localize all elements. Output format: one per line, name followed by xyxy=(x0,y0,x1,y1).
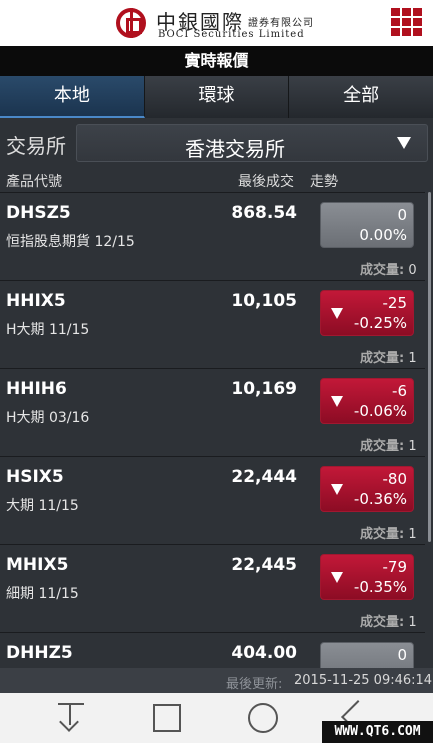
product-code: DHSZ5 xyxy=(6,203,71,223)
change-badge: -25 -0.25% xyxy=(320,290,414,336)
app-header: 中銀國際 證券有限公司 BOCI Securities Limited xyxy=(0,0,433,46)
last-price: 10,169 xyxy=(231,379,297,399)
menu-grid-icon[interactable] xyxy=(391,8,423,38)
change-percent: 0.00% xyxy=(359,226,407,244)
quote-row-hhix5[interactable]: HHIX5 H大期 11/15 10,105 -25 -0.25% 成交量: 1 xyxy=(0,280,425,368)
change-percent: -0.36% xyxy=(353,490,407,508)
volume-value: 1 xyxy=(408,439,417,454)
column-trend: 走勢 xyxy=(310,174,338,190)
quote-row-dhhz5[interactable]: DHHZ5 404.00 0 xyxy=(0,632,425,668)
quote-row-dhsz5[interactable]: DHSZ5 恒指股息期貨 12/15 868.54 0 0.00% 成交量: 0 xyxy=(0,192,425,280)
volume: 成交量: 1 xyxy=(360,611,417,630)
volume: 成交量: 1 xyxy=(360,347,417,366)
volume-label: 成交量: xyxy=(360,615,405,630)
last-price: 868.54 xyxy=(231,203,297,223)
change-percent: -0.35% xyxy=(353,578,407,596)
logo-english-name: BOCI Securities Limited xyxy=(158,29,305,40)
product-code: HHIX5 xyxy=(6,291,66,311)
product-code: HSIX5 xyxy=(6,467,64,487)
volume-label: 成交量: xyxy=(360,351,405,366)
change-value: -6 xyxy=(392,382,407,400)
last-price: 404.00 xyxy=(231,643,297,663)
down-arrow-icon xyxy=(331,308,343,319)
quote-row-mhix5[interactable]: MHIX5 細期 11/15 22,445 -79 -0.35% 成交量: 1 xyxy=(0,544,425,632)
market-tabs: 本地 環球 全部 xyxy=(0,76,433,118)
last-price: 22,445 xyxy=(231,555,297,575)
product-name: 細期 11/15 xyxy=(6,586,79,602)
list-scrollbar[interactable] xyxy=(428,192,431,542)
logo-chinese-subtitle: 證券有限公司 xyxy=(248,18,314,29)
page-title: 實時報價 xyxy=(0,46,433,76)
update-label: 最後更新: xyxy=(226,677,283,692)
change-badge: -79 -0.35% xyxy=(320,554,414,600)
update-bar: 最後更新: 2015-11-25 09:46:14 xyxy=(0,668,433,693)
volume-value: 0 xyxy=(408,263,417,278)
down-arrow-icon xyxy=(331,396,343,407)
change-badge: -80 -0.36% xyxy=(320,466,414,512)
nav-hide-keyboard-icon[interactable] xyxy=(53,701,89,735)
column-last-trade: 最後成交 xyxy=(238,174,294,190)
volume-label: 成交量: xyxy=(360,263,405,278)
last-price: 10,105 xyxy=(231,291,297,311)
column-product: 產品代號 xyxy=(6,174,62,190)
tab-global[interactable]: 環球 xyxy=(144,76,290,118)
update-timestamp: 2015-11-25 09:46:14 xyxy=(294,673,433,688)
volume: 成交量: 1 xyxy=(360,523,417,542)
change-value: 0 xyxy=(397,206,407,224)
change-percent: -0.06% xyxy=(353,402,407,420)
dropdown-arrow-icon xyxy=(397,137,411,149)
product-name: H大期 11/15 xyxy=(6,322,90,338)
watermark: WWW.QT6.COM xyxy=(322,721,433,743)
exchange-row: 交易所 香港交易所 xyxy=(0,118,433,168)
nav-home-icon[interactable] xyxy=(246,701,282,735)
volume-value: 1 xyxy=(408,351,417,366)
change-badge: 0 xyxy=(320,642,414,668)
tab-local[interactable]: 本地 xyxy=(0,76,145,118)
quote-list: DHSZ5 恒指股息期貨 12/15 868.54 0 0.00% 成交量: 0… xyxy=(0,192,433,668)
change-value: 0 xyxy=(397,646,407,664)
boci-logo-icon xyxy=(116,8,146,38)
quote-row-hhih6[interactable]: HHIH6 H大期 03/16 10,169 -6 -0.06% 成交量: 1 xyxy=(0,368,425,456)
quote-row-hsix5[interactable]: HSIX5 大期 11/15 22,444 -80 -0.36% 成交量: 1 xyxy=(0,456,425,544)
product-code: DHHZ5 xyxy=(6,643,73,663)
exchange-selected-value: 香港交易所 xyxy=(185,137,285,161)
change-value: -79 xyxy=(382,558,408,576)
down-arrow-icon xyxy=(331,572,343,583)
last-price: 22,444 xyxy=(231,467,297,487)
nav-recent-apps-icon[interactable] xyxy=(150,701,186,735)
column-header: 產品代號 最後成交 走勢 xyxy=(0,168,433,192)
volume-label: 成交量: xyxy=(360,439,405,454)
product-name: 恒指股息期貨 12/15 xyxy=(6,234,135,250)
product-name: H大期 03/16 xyxy=(6,410,90,426)
change-value: -80 xyxy=(382,470,408,488)
product-name: 大期 11/15 xyxy=(6,498,79,514)
volume-value: 1 xyxy=(408,615,417,630)
tab-all[interactable]: 全部 xyxy=(289,76,433,118)
volume: 成交量: 1 xyxy=(360,435,417,454)
product-code: MHIX5 xyxy=(6,555,69,575)
volume-value: 1 xyxy=(408,527,417,542)
down-arrow-icon xyxy=(331,484,343,495)
exchange-select[interactable]: 香港交易所 xyxy=(76,124,428,162)
change-badge: -6 -0.06% xyxy=(320,378,414,424)
volume: 成交量: 0 xyxy=(360,259,417,278)
exchange-label: 交易所 xyxy=(6,134,66,158)
product-code: HHIH6 xyxy=(6,379,67,399)
change-badge: 0 0.00% xyxy=(320,202,414,248)
change-value: -25 xyxy=(382,294,408,312)
volume-label: 成交量: xyxy=(360,527,405,542)
change-percent: -0.25% xyxy=(353,314,407,332)
